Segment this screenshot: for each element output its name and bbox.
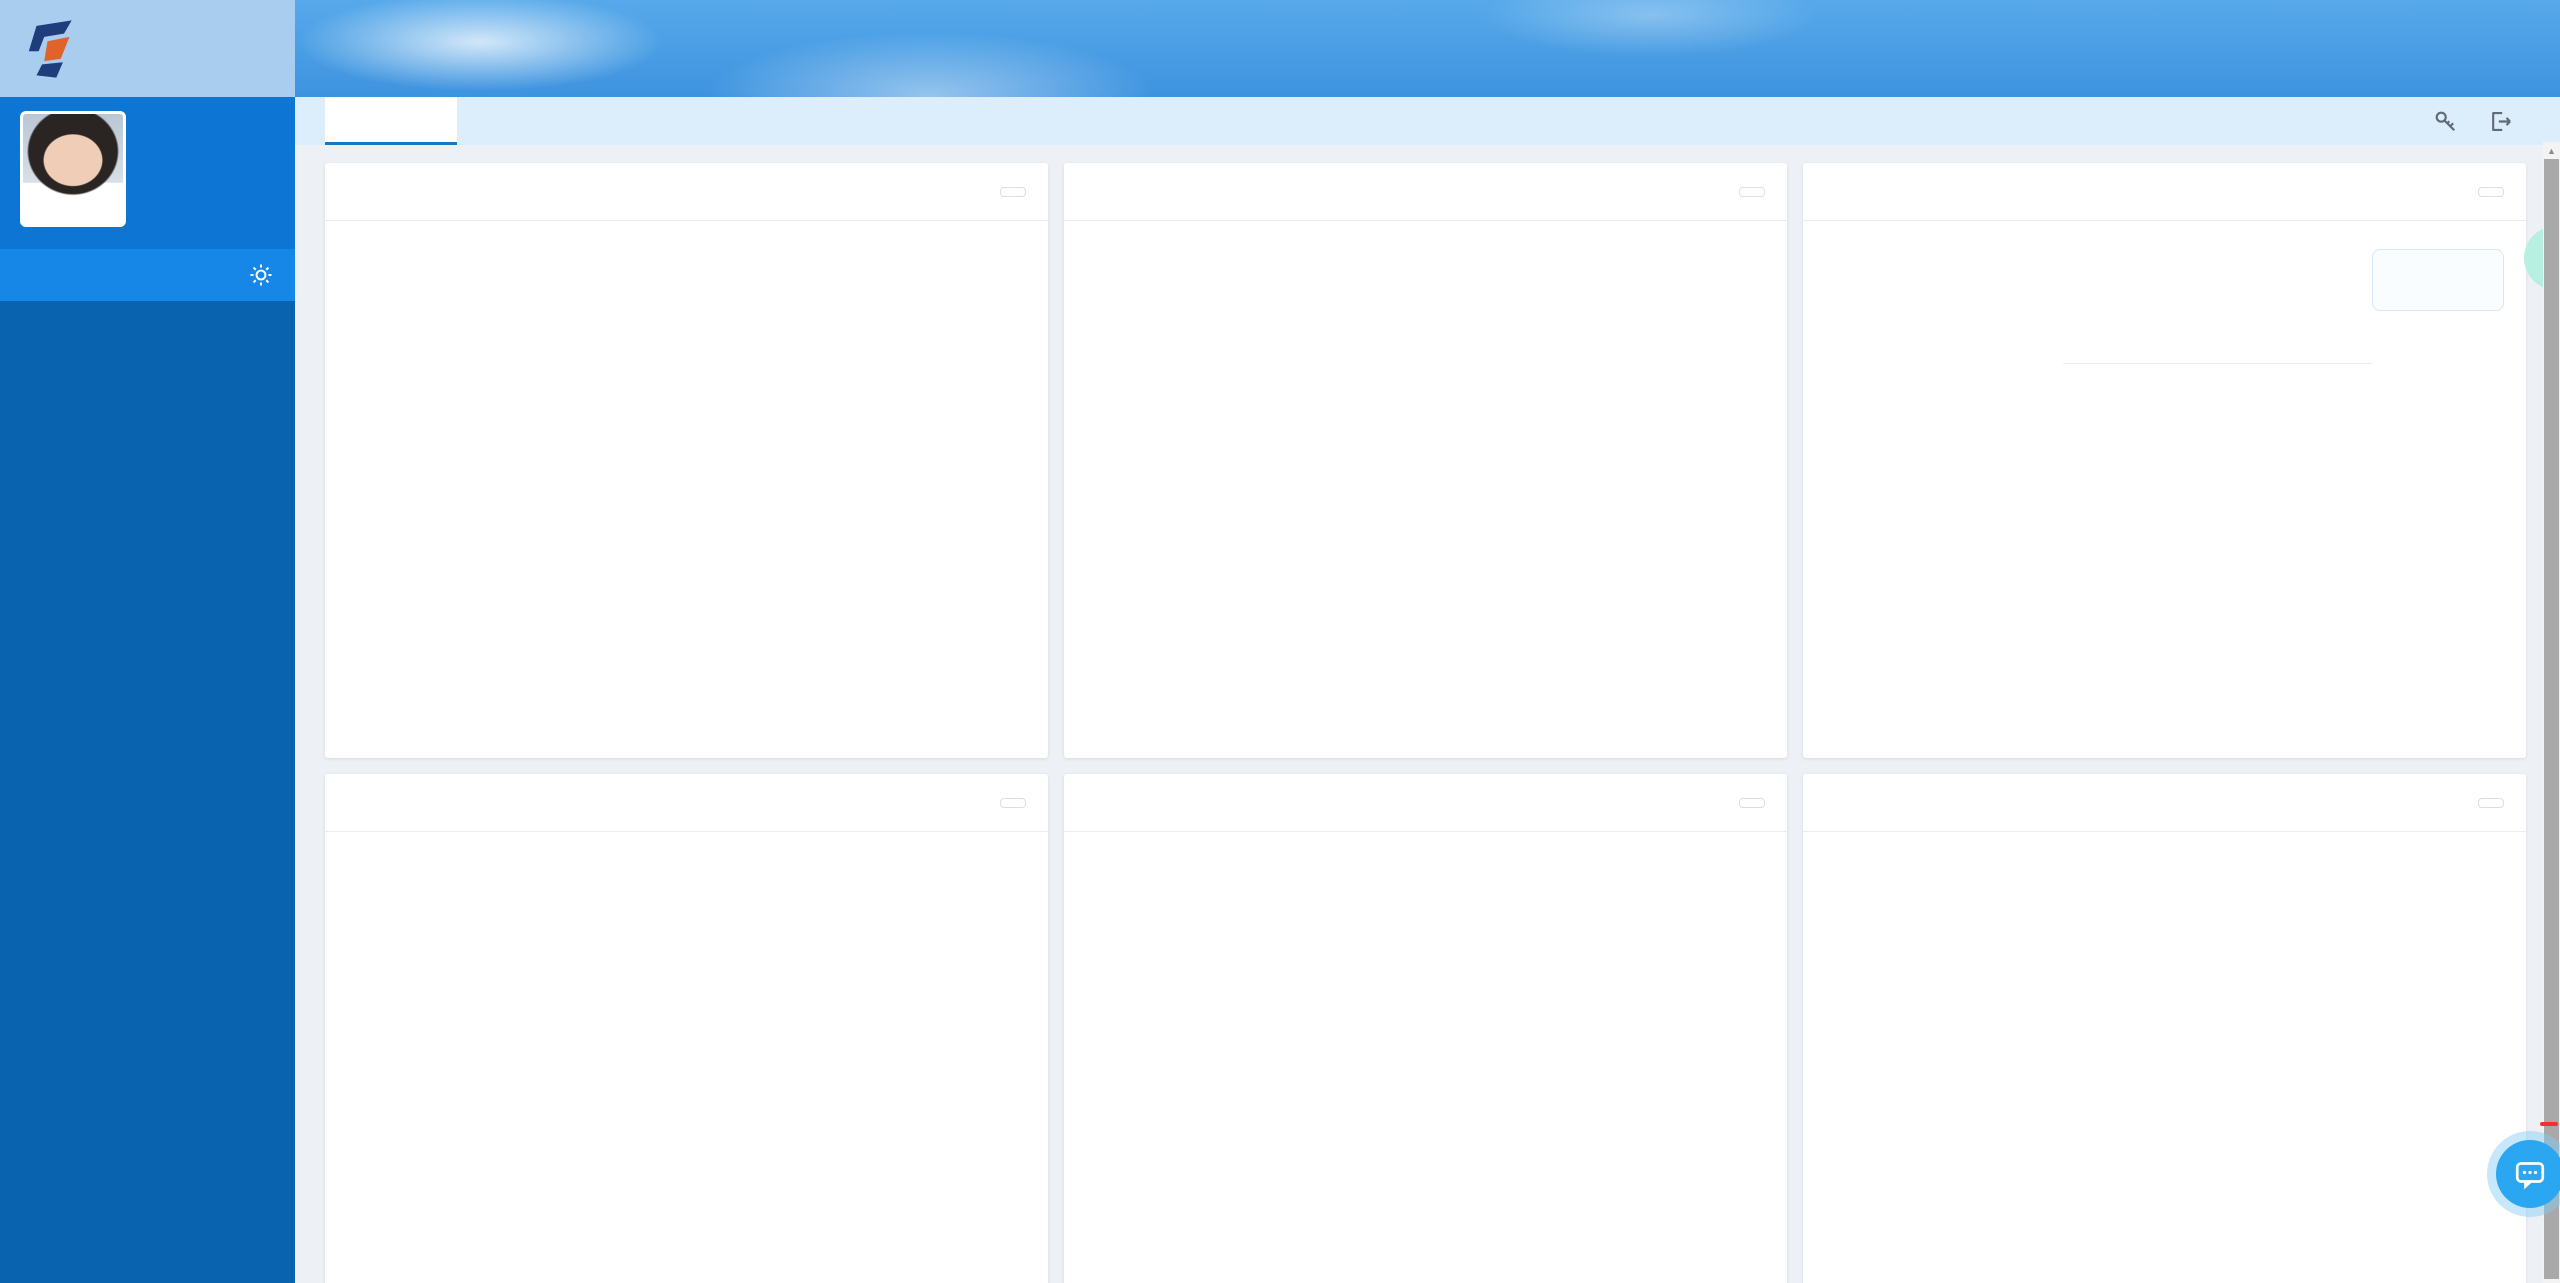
top-navbar	[0, 0, 2560, 97]
portal-section-header	[0, 249, 295, 301]
dashboard-content	[295, 145, 2560, 1283]
news-list	[1064, 221, 1787, 235]
more-button-indirect-cost[interactable]	[1739, 798, 1765, 808]
logout-icon[interactable]	[2487, 108, 2514, 135]
direct-cost-donut-chart[interactable]	[325, 832, 1048, 1283]
tab-daily-work[interactable]	[325, 97, 457, 145]
gear-icon[interactable]	[247, 261, 275, 289]
vertical-scrollbar[interactable]: ▲	[2543, 142, 2560, 1283]
scrollbar-up-arrow[interactable]: ▲	[2543, 142, 2560, 159]
funnel-band-lease-payment[interactable]	[1863, 1030, 2526, 1171]
panel-indirect-cost-chart	[1064, 774, 1787, 1283]
funnel-band-lease-settlement[interactable]	[1863, 1175, 2526, 1283]
funnel-band-lease-contract[interactable]	[1863, 886, 2526, 1026]
chat-bubble-icon	[2512, 1156, 2548, 1192]
panel-notices	[325, 163, 1048, 758]
update-checkout-button[interactable]	[2372, 249, 2504, 311]
tab-bar	[295, 97, 2560, 145]
scrollbar-thumb[interactable]	[2544, 159, 2559, 1279]
notice-list	[325, 221, 1048, 227]
key-icon[interactable]	[2432, 108, 2459, 135]
attendance-divider	[2063, 363, 2373, 364]
more-button-attendance[interactable]	[2478, 187, 2504, 197]
more-button-news[interactable]	[1739, 187, 1765, 197]
panel-lease-funnel-chart	[1803, 774, 2526, 1283]
more-button-direct-cost[interactable]	[1000, 798, 1026, 808]
panel-news	[1064, 163, 1787, 758]
fanpu-logo-icon	[20, 16, 86, 82]
user-profile	[0, 97, 295, 249]
chat-button[interactable]	[2496, 1140, 2560, 1208]
app-logo	[0, 0, 295, 97]
panel-attendance	[1803, 163, 2526, 758]
panel-direct-cost-chart	[325, 774, 1048, 1283]
lease-funnel-chart[interactable]	[1863, 886, 2526, 1283]
indirect-cost-donut-chart[interactable]	[1064, 832, 1787, 1283]
more-button-notices[interactable]	[1000, 187, 1026, 197]
sidebar	[0, 97, 295, 1283]
more-button-lease-funnel[interactable]	[2478, 798, 2504, 808]
chat-unread-badge	[2540, 1122, 2558, 1126]
avatar	[20, 111, 126, 227]
